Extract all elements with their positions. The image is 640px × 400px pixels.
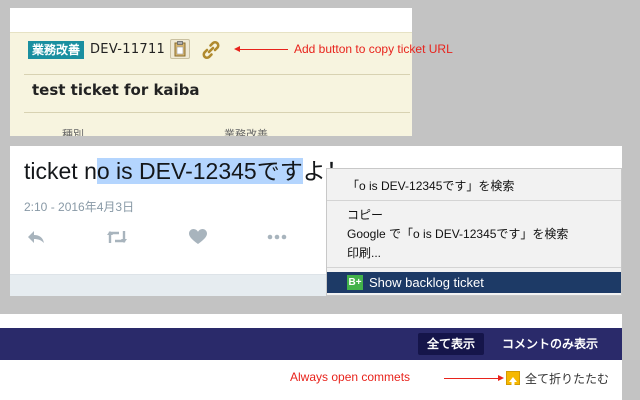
backlog-extension-icon: B+ (347, 275, 363, 290)
collapse-all-link[interactable]: 全て折りたたむ (525, 370, 609, 387)
menu-item-print[interactable]: 印刷... (347, 244, 381, 261)
reply-icon[interactable] (26, 228, 48, 248)
divider (24, 74, 410, 75)
menu-item-label: Show backlog ticket (369, 275, 484, 290)
ticket-title: test ticket for kaiba (32, 81, 200, 99)
annotation-copy-url: Add button to copy ticket URL (294, 42, 453, 56)
annotation-arrow (444, 378, 498, 379)
ticket-topbar (10, 8, 412, 33)
clipboard-icon[interactable] (170, 39, 190, 59)
like-icon[interactable] (188, 228, 210, 248)
field-label: 種別 (62, 128, 84, 136)
copy-url-link-icon[interactable] (200, 39, 222, 61)
context-menu: 「o is DEV-12345です」を検索 コピー Google で「o is … (326, 168, 622, 296)
menu-separator (327, 200, 621, 201)
comments-panel: 全て表示 コメントのみ表示 全て折りたたむ (0, 314, 622, 400)
show-all-button[interactable]: 全て表示 (418, 333, 485, 355)
field-label: 業務改善 (224, 128, 268, 136)
more-icon[interactable] (266, 228, 288, 248)
ticket-header-panel: 業務改善 DEV-11711 test ticket for kaiba 種別 … (10, 8, 412, 136)
menu-separator (327, 267, 621, 268)
tweet-timestamp[interactable]: 2:10 - 2016年4月3日 (24, 198, 134, 215)
comments-only-button[interactable]: コメントのみ表示 (502, 333, 598, 355)
menu-item-show-backlog-ticket[interactable]: B+ Show backlog ticket (327, 272, 621, 293)
menu-item-google-search[interactable]: Google で「o is DEV-12345です」を検索 (347, 225, 568, 242)
collapse-all-icon[interactable] (506, 371, 520, 385)
menu-item-copy[interactable]: コピー (347, 206, 383, 223)
tweet-panel: ticket no is DEV-12345ですよ！ 2:10 - 2016年4… (10, 146, 622, 296)
comment-filter-bar: 全て表示 コメントのみ表示 (0, 328, 622, 360)
menu-item-search[interactable]: 「o is DEV-12345です」を検索 (347, 177, 514, 194)
annotation-always-open: Always open commets (290, 370, 411, 384)
annotation-arrow (234, 46, 288, 52)
divider (24, 112, 410, 113)
tweet-text-before: ticket n (24, 158, 97, 184)
tweet-text[interactable]: ticket no is DEV-12345ですよ！ (24, 152, 349, 186)
tweet-text-selection[interactable]: o is DEV-12345です (96, 158, 303, 184)
ticket-key: DEV-11711 (90, 42, 166, 57)
issue-type-badge: 業務改善 (28, 41, 85, 59)
retweet-icon[interactable] (106, 228, 128, 248)
